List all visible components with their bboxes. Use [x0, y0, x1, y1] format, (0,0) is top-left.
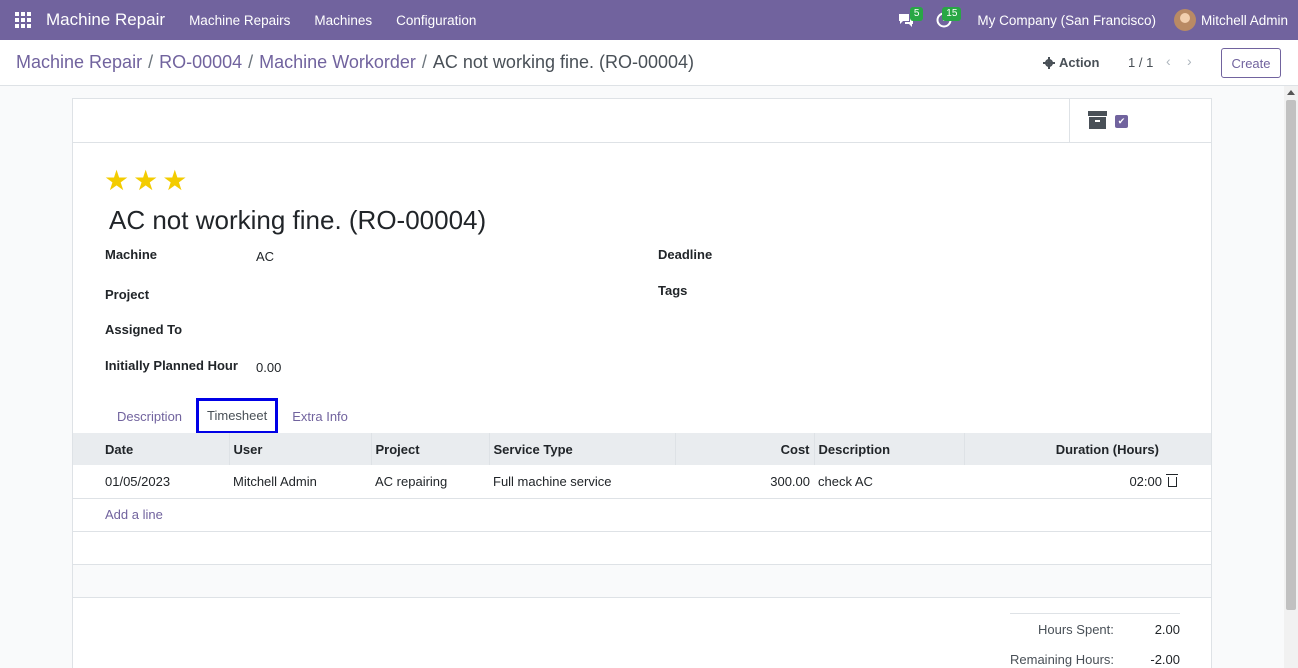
deadline-label: Deadline	[658, 247, 713, 262]
menu-machine-repairs[interactable]: Machine Repairs	[177, 13, 302, 28]
table-header-row: Date User Project Service Type Cost Desc…	[73, 433, 1211, 465]
pager-value[interactable]: 1 / 1	[1128, 55, 1153, 70]
app-title[interactable]: Machine Repair	[46, 10, 165, 30]
breadcrumb-workorder[interactable]: Machine Workorder	[259, 52, 416, 73]
hours-spent-row: Hours Spent: 2.00	[1010, 614, 1180, 644]
create-button[interactable]: Create	[1221, 48, 1281, 78]
star-icon[interactable]: ★	[133, 167, 158, 195]
add-line-row: Add a line	[73, 498, 1211, 532]
archive-icon[interactable]	[1088, 111, 1107, 129]
star-icon[interactable]: ★	[162, 167, 187, 195]
column-duration[interactable]: Duration (Hours)	[964, 433, 1211, 465]
planned-hour-field[interactable]: 0.00	[256, 360, 281, 375]
cell-cost[interactable]: 300.00	[675, 465, 814, 499]
column-service-type[interactable]: Service Type	[489, 433, 676, 465]
messages-button[interactable]: 5	[887, 0, 925, 40]
notebook-tabs: Description Timesheet Extra Info	[103, 398, 362, 434]
divider	[1069, 99, 1070, 143]
add-line-link[interactable]: Add a line	[105, 507, 163, 522]
column-description[interactable]: Description	[814, 433, 965, 465]
form-statusbar: ✔	[73, 99, 1211, 143]
messages-badge: 5	[909, 7, 924, 21]
trash-icon[interactable]	[1166, 473, 1178, 487]
breadcrumb-separator: /	[248, 52, 254, 72]
cell-project[interactable]: AC repairing	[371, 465, 489, 499]
cell-user[interactable]: Mitchell Admin	[229, 465, 371, 499]
cell-duration[interactable]: 02:00	[964, 465, 1211, 499]
checkbox-checked-icon[interactable]: ✔	[1115, 115, 1128, 128]
hours-spent-label: Hours Spent:	[1038, 621, 1114, 637]
breadcrumb-ro[interactable]: RO-00004	[159, 52, 242, 73]
star-icon[interactable]: ★	[104, 167, 129, 195]
control-panel: Machine Repair / RO-00004 / Machine Work…	[0, 40, 1298, 86]
scroll-thumb[interactable]	[1286, 100, 1296, 610]
gear-icon	[1043, 56, 1055, 69]
project-label: Project	[105, 287, 150, 302]
remaining-hours-row: Remaining Hours: -2.00	[1010, 644, 1180, 668]
chevron-right-icon[interactable]: ›	[1187, 53, 1192, 69]
action-button[interactable]: Action	[1043, 55, 1099, 70]
scrollbar[interactable]	[1284, 86, 1298, 668]
tab-timesheet[interactable]: Timesheet	[196, 398, 279, 434]
record-title[interactable]: AC not working fine. (RO-00004)	[109, 205, 486, 236]
scroll-up-arrow[interactable]	[1287, 90, 1295, 95]
user-menu[interactable]: Mitchell Admin	[1173, 9, 1298, 31]
machine-label: Machine	[105, 247, 158, 262]
planned-hour-label: Initially Planned Hour	[105, 358, 238, 373]
form-sheet: ✔ ★ ★ ★ AC not working fine. (RO-00004) …	[72, 98, 1212, 668]
table-row[interactable]: 01/05/2023 Mitchell Admin AC repairing F…	[73, 465, 1211, 499]
timesheet-table: Date User Project Service Type Cost Desc…	[73, 433, 1211, 598]
tab-extra-info[interactable]: Extra Info	[278, 399, 362, 433]
action-label: Action	[1059, 55, 1100, 70]
cell-service-type[interactable]: Full machine service	[489, 465, 675, 499]
chevron-left-icon[interactable]: ‹	[1166, 53, 1171, 69]
assigned-to-label: Assigned To	[105, 322, 183, 337]
column-project[interactable]: Project	[371, 433, 490, 465]
top-navbar: Machine Repair Machine Repairs Machines …	[0, 0, 1298, 40]
duration-value: 02:00	[1129, 473, 1162, 489]
breadcrumb: Machine Repair / RO-00004 / Machine Work…	[16, 52, 694, 73]
activities-button[interactable]: 15	[925, 0, 963, 40]
remaining-hours-label: Remaining Hours:	[1010, 651, 1115, 667]
apps-menu-icon[interactable]	[0, 0, 46, 40]
user-name: Mitchell Admin	[1200, 12, 1288, 28]
breadcrumb-machine-repair[interactable]: Machine Repair	[16, 52, 142, 73]
column-user[interactable]: User	[229, 433, 372, 465]
menu-machines[interactable]: Machines	[302, 13, 384, 28]
cell-description[interactable]: check AC	[814, 465, 964, 499]
column-cost[interactable]: Cost	[675, 433, 815, 465]
activities-badge: 15	[942, 7, 962, 21]
tab-description[interactable]: Description	[103, 399, 196, 433]
company-switcher[interactable]: My Company (San Francisco)	[963, 13, 1174, 28]
breadcrumb-current: AC not working fine. (RO-00004)	[432, 52, 695, 72]
breadcrumb-separator: /	[148, 52, 154, 72]
priority-stars[interactable]: ★ ★ ★	[104, 167, 187, 195]
tags-label: Tags	[658, 283, 688, 298]
empty-row	[73, 531, 1211, 565]
column-date[interactable]: Date	[73, 433, 230, 465]
breadcrumb-separator: /	[421, 52, 427, 72]
empty-row	[73, 564, 1211, 598]
remaining-hours-value: -2.00	[1150, 651, 1180, 667]
hours-spent-value: 2.00	[1154, 621, 1180, 637]
avatar	[1173, 9, 1196, 31]
menu-configuration[interactable]: Configuration	[384, 13, 488, 28]
totals-panel: Hours Spent: 2.00 Remaining Hours: -2.00	[1010, 613, 1180, 668]
machine-field[interactable]: AC	[256, 249, 274, 264]
cell-date[interactable]: 01/05/2023	[73, 465, 229, 499]
